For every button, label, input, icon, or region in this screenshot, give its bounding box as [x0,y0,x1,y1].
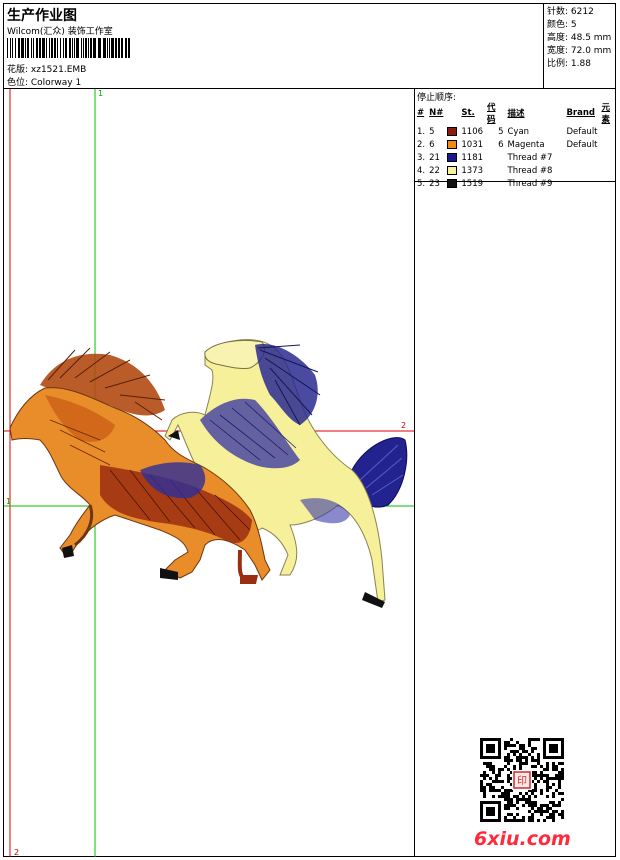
guide-label: 1 [98,89,103,98]
qr-seal: 印 [517,775,527,787]
guide-label: 1 [6,497,11,506]
guide-label: 2 [14,848,19,857]
design-canvas: 1 2 1 2 [4,89,414,857]
qr-code: 印 [480,738,564,822]
embroidery-design [9,339,408,608]
watermark: 6xiu.com [474,828,571,850]
guide-label: 2 [401,421,406,430]
